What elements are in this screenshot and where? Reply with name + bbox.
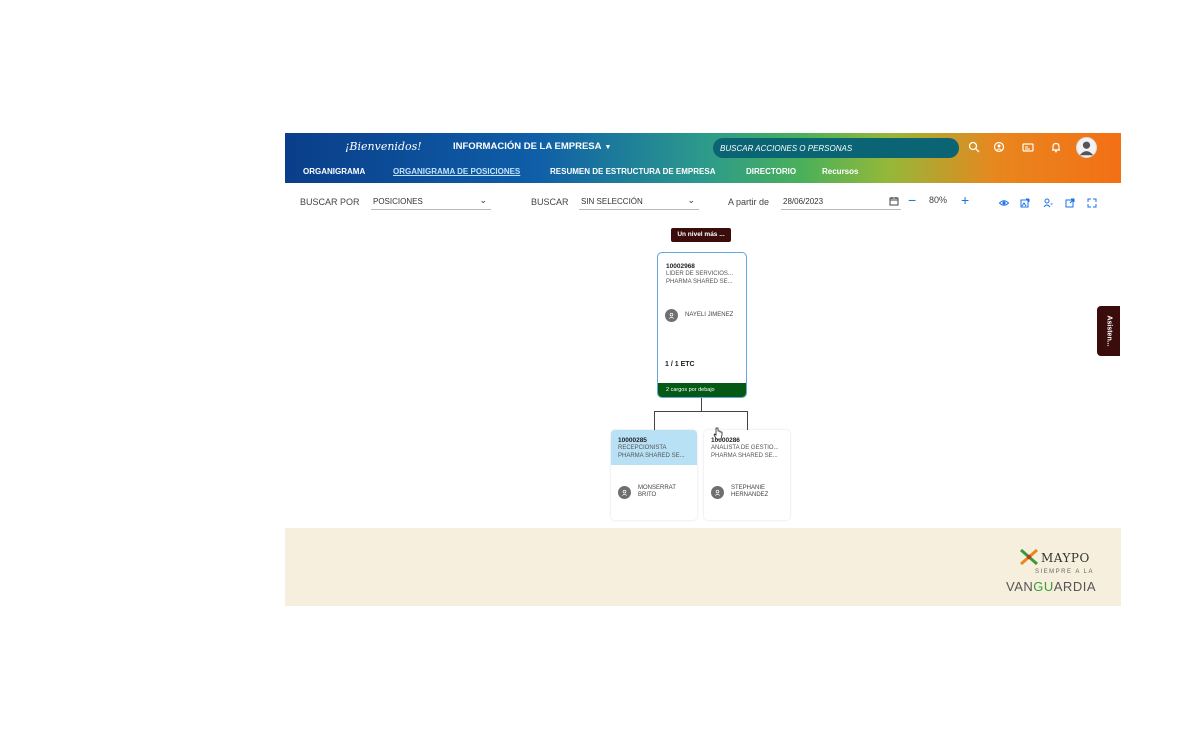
badge-icon[interactable]	[1022, 141, 1034, 153]
logo-name: MAYPO	[1041, 551, 1090, 565]
tab-recursos[interactable]: Recursos	[822, 167, 858, 176]
assistant-label: Asisten...	[1105, 315, 1112, 347]
filter-toolbar: BUSCAR POR POSICIONES ⌄ BUSCAR SIN SELEC…	[285, 191, 1121, 215]
image-export-icon[interactable]	[1020, 198, 1030, 208]
avatar	[711, 485, 724, 499]
tab-organigrama[interactable]: ORGANIGRAMA	[303, 167, 365, 176]
share-icon[interactable]	[1065, 198, 1075, 208]
connector-line	[747, 411, 748, 430]
avatar	[618, 485, 631, 499]
app-window: ¡Bienvenidos! INFORMACIÓN DE LA EMPRESA ▼…	[285, 133, 1121, 606]
position-code: 10002968	[666, 263, 695, 270]
tab-organigrama-posiciones[interactable]: ORGANIGRAMA DE POSICIONES	[393, 167, 520, 176]
etc-count: 1 / 1 ETC	[665, 361, 695, 368]
connector-line	[701, 398, 702, 411]
global-search-input[interactable]	[713, 138, 959, 159]
search-value: SIN SELECCIÓN	[581, 197, 643, 206]
date-value: 28/06/2023	[783, 197, 824, 206]
bell-icon[interactable]	[1050, 141, 1062, 153]
hand-cursor-icon	[713, 427, 723, 440]
tab-directorio[interactable]: DIRECTORIO	[746, 167, 796, 176]
fullscreen-icon[interactable]	[1087, 198, 1097, 208]
logo-word-b: GU	[1033, 579, 1054, 594]
header-bar: ¡Bienvenidos! INFORMACIÓN DE LA EMPRESA ▼…	[285, 133, 1121, 183]
maypo-mark-icon	[1020, 548, 1038, 566]
date-label: A partir de	[728, 197, 770, 207]
one-level-up-button[interactable]: Un nivel más ...	[671, 228, 731, 242]
search-by-label: BUSCAR POR	[300, 197, 360, 207]
avatar	[665, 309, 678, 322]
search-icon[interactable]	[968, 141, 980, 153]
position-holder[interactable]: MONSERRAT BRITO	[618, 485, 676, 499]
main-nav: ORGANIGRAMA ORGANIGRAMA DE POSICIONES RE…	[285, 167, 1121, 181]
logo-tagline: SIEMPRE A LA	[1035, 569, 1095, 575]
holder-last-name: HERNANDEZ	[731, 492, 769, 498]
position-header: 10000285 RECEPCIONISTA PHARMA SHARED SE.…	[611, 430, 697, 465]
position-department: PHARMA SHARED SE...	[666, 279, 733, 285]
search-select[interactable]: SIN SELECCIÓN ⌄	[579, 194, 699, 210]
person-icon[interactable]	[1043, 198, 1053, 208]
position-code: 10000285	[618, 437, 647, 444]
company-info-label: INFORMACIÓN DE LA EMPRESA	[453, 141, 602, 152]
tab-resumen-estructura[interactable]: RESUMEN DE ESTRUCTURA DE EMPRESA	[550, 167, 716, 176]
maypo-logo: MAYPO SIEMPRE A LA VANGUARDIA	[1005, 545, 1115, 600]
position-title: RECEPCIONISTA	[618, 445, 667, 451]
assistant-side-tab[interactable]: Asisten...	[1097, 306, 1120, 356]
holder-name: STEPHANIE HERNANDEZ	[731, 485, 768, 499]
search-by-value: POSICIONES	[373, 197, 423, 206]
global-search[interactable]	[713, 138, 959, 159]
date-picker[interactable]: 28/06/2023	[781, 194, 901, 210]
holder-first-name: MONSERRAT	[638, 485, 676, 491]
eye-icon[interactable]	[999, 198, 1009, 208]
welcome-brand: ¡Bienvenidos!	[345, 140, 422, 153]
connector-line	[654, 411, 655, 430]
logo-word: VANGUARDIA	[1006, 579, 1096, 594]
user-avatar[interactable]	[1076, 137, 1097, 158]
search-label: BUSCAR	[531, 197, 569, 207]
chevron-down-icon: ⌄	[479, 195, 487, 205]
position-holder[interactable]: NAYELI JIMENEZ	[665, 309, 733, 322]
position-title: LIDER DE SERVICIOS...	[666, 271, 733, 277]
logo-word-c: ARDIA	[1053, 579, 1096, 594]
people-icon[interactable]	[993, 141, 1005, 153]
position-department: PHARMA SHARED SE...	[618, 453, 685, 459]
positions-below-bar[interactable]: 2 cargos por debajo	[658, 383, 746, 397]
chevron-down-icon: ▼	[604, 144, 612, 151]
company-info-menu[interactable]: INFORMACIÓN DE LA EMPRESA ▼	[453, 141, 611, 152]
position-card-child[interactable]: 10000285 RECEPCIONISTA PHARMA SHARED SE.…	[611, 430, 697, 520]
chevron-down-icon: ⌄	[687, 195, 695, 205]
logo-word-a: VAN	[1006, 579, 1034, 594]
zoom-level: 80%	[929, 195, 948, 205]
position-card-main[interactable]: 10002968 LIDER DE SERVICIOS... PHARMA SH…	[657, 252, 747, 398]
holder-first-name: STEPHANIE	[731, 485, 766, 491]
connector-line	[654, 411, 748, 412]
position-department: PHARMA SHARED SE...	[711, 453, 778, 459]
footer-banner: MAYPO SIEMPRE A LA VANGUARDIA	[285, 528, 1121, 606]
position-title: ANALISTA DE GESTIO...	[711, 445, 779, 451]
position-card-child[interactable]: 10000286 ANALISTA DE GESTIO... PHARMA SH…	[704, 430, 790, 520]
search-by-select[interactable]: POSICIONES ⌄	[371, 194, 491, 210]
holder-last-name: BRITO	[638, 492, 657, 498]
holder-name: MONSERRAT BRITO	[638, 485, 676, 499]
holder-name: NAYELI JIMENEZ	[685, 312, 734, 318]
position-holder[interactable]: STEPHANIE HERNANDEZ	[711, 485, 768, 499]
zoom-in-icon[interactable]: +	[961, 192, 969, 208]
zoom-out-icon[interactable]: −	[908, 192, 916, 208]
calendar-icon[interactable]	[889, 196, 899, 208]
